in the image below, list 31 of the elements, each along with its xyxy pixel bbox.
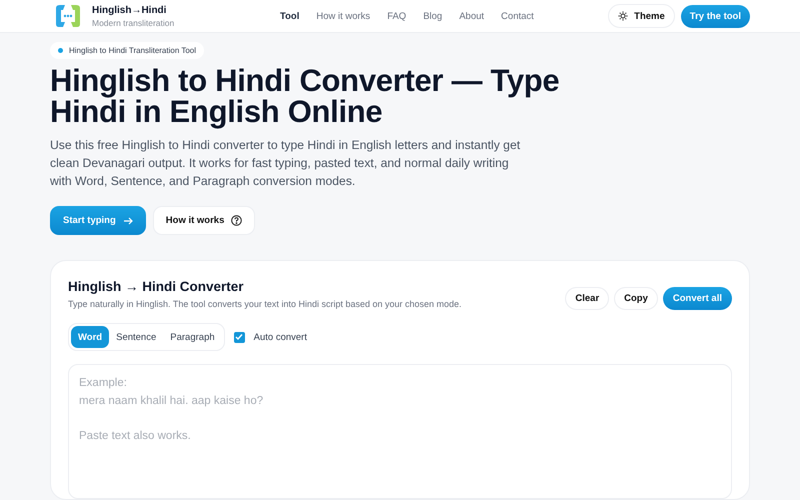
converter-subtitle: Type naturally in Hinglish. The tool converts your text into Hindi script based on your chosen mode. — [68, 299, 462, 309]
action-button[interactable]: Copy — [614, 287, 658, 310]
nav-link[interactable]: Contact — [501, 10, 534, 22]
how-it-works-button[interactable]: How it works — [152, 206, 256, 235]
nav-link[interactable]: Blog — [423, 10, 442, 22]
try-tool-button[interactable]: Try the tool — [680, 4, 750, 28]
sun-icon — [618, 11, 628, 21]
mode-tab[interactable]: Word — [71, 326, 110, 348]
nav-link[interactable]: FAQ — [387, 10, 406, 22]
help-icon — [231, 215, 242, 226]
auto-convert-checkbox[interactable] — [234, 332, 245, 342]
action-button[interactable]: Clear — [565, 287, 610, 310]
page-title: Hinglish to Hindi Converter — Type Hindi in English Online — [50, 65, 560, 127]
convert-all-button[interactable]: Convert all — [662, 287, 732, 310]
theme-button[interactable]: Theme — [608, 4, 675, 28]
mode-tab[interactable]: Paragraph — [163, 326, 222, 348]
mode-tab[interactable]: Sentence — [109, 326, 164, 348]
nav-link[interactable]: About — [459, 10, 484, 22]
nav-link[interactable]: Tool — [280, 10, 300, 22]
page-description: Use this free Hinglish to Hindi converter to type Hindi in English letters and instantly get clean Devanagari output. It works for fast typing, pasted text, and normal daily writing with Word, Sentence, and Paragraph conversion modes. — [50, 137, 522, 190]
start-typing-button[interactable]: Start typing — [50, 206, 146, 235]
arrow-right-icon — [122, 216, 133, 224]
status-dot-icon — [58, 48, 63, 53]
brand-name: Hinglish→Hindi — [92, 4, 168, 16]
auto-convert-label: Auto convert — [254, 332, 307, 342]
nav-link[interactable]: How it works — [316, 10, 370, 22]
converter-title: Hinglish → Hindi Converter — [68, 279, 245, 294]
input-field[interactable]: Example: mera naam khalil hai. aap kaise ho? Paste text also works. — [68, 364, 732, 499]
logo-icon — [54, 4, 82, 28]
brand-tagline: Modern transliteration — [92, 18, 174, 28]
badge-text: Hinglish to Hindi Transliteration Tool — [69, 46, 196, 55]
